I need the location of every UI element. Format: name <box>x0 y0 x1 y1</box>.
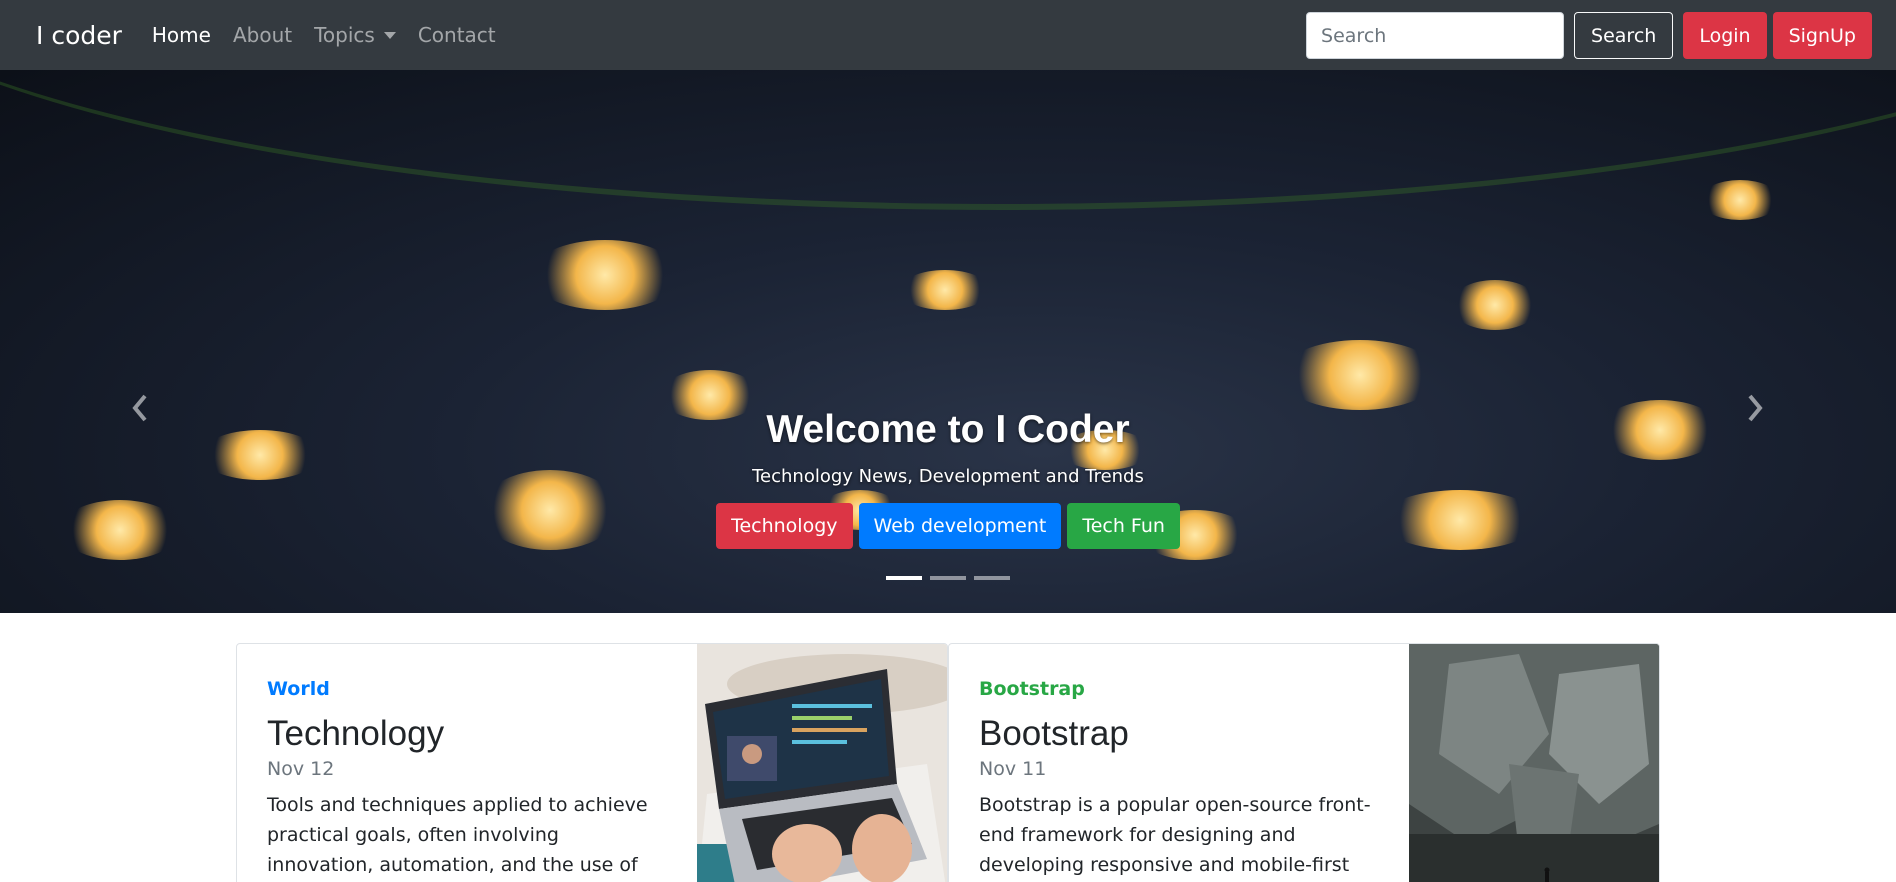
carousel-buttons: Technology Web development Tech Fun <box>0 503 1896 549</box>
carousel-indicator-2[interactable] <box>930 576 966 580</box>
tech-fun-button[interactable]: Tech Fun <box>1067 503 1180 549</box>
card-body: World Technology Nov 12 Tools and techni… <box>267 678 667 880</box>
carousel-subheading: Technology News, Development and Trends <box>752 466 1144 487</box>
signup-button[interactable]: SignUp <box>1772 12 1872 59</box>
card-category[interactable]: Bootstrap <box>979 678 1379 700</box>
article-card-bootstrap: Bootstrap Bootstrap Nov 11 Bootstrap is … <box>948 643 1660 882</box>
earth-horizon-glow <box>0 70 1896 210</box>
card-title: Bootstrap <box>979 714 1129 753</box>
nav-actions: Search Login SignUp <box>1306 12 1872 59</box>
article-card-technology: World Technology Nov 12 Tools and techni… <box>236 643 948 882</box>
login-button[interactable]: Login <box>1683 12 1767 59</box>
card-text: Bootstrap is a popular open-source front… <box>979 794 1371 876</box>
hero-carousel: Welcome to I Coder Technology News, Deve… <box>0 70 1896 613</box>
card-text: Tools and techniques applied to achieve … <box>267 794 648 876</box>
brand-logo[interactable]: I coder <box>36 21 122 50</box>
card-body: Bootstrap Bootstrap Nov 11 Bootstrap is … <box>979 678 1379 880</box>
nav-link-contact[interactable]: Contact <box>418 23 496 47</box>
web-development-button[interactable]: Web development <box>858 503 1062 549</box>
card-date: Nov 11 <box>979 758 1047 780</box>
card-category[interactable]: World <box>267 678 667 700</box>
nav-link-topics-label: Topics <box>314 23 375 47</box>
card-date: Nov 12 <box>267 758 335 780</box>
carousel-heading: Welcome to I Coder <box>766 408 1130 451</box>
nav-links: Home About Topics Contact <box>152 23 518 47</box>
carousel-caption: Welcome to I Coder Technology News, Deve… <box>0 408 1896 549</box>
nav-link-about[interactable]: About <box>233 23 292 47</box>
caret-down-icon <box>383 31 396 39</box>
nav-link-topics[interactable]: Topics <box>314 23 396 47</box>
carousel-indicator-1[interactable] <box>886 576 922 580</box>
carousel-indicator-3[interactable] <box>974 576 1010 580</box>
technology-button[interactable]: Technology <box>716 503 853 549</box>
cave-image <box>1409 644 1659 882</box>
search-button[interactable]: Search <box>1574 12 1674 59</box>
search-input[interactable] <box>1306 12 1565 59</box>
navbar: I coder Home About Topics Contact Search… <box>0 0 1896 70</box>
laptop-image <box>697 644 947 882</box>
card-title: Technology <box>267 714 445 753</box>
carousel-indicators <box>0 576 1896 580</box>
nav-link-home[interactable]: Home <box>152 23 211 47</box>
